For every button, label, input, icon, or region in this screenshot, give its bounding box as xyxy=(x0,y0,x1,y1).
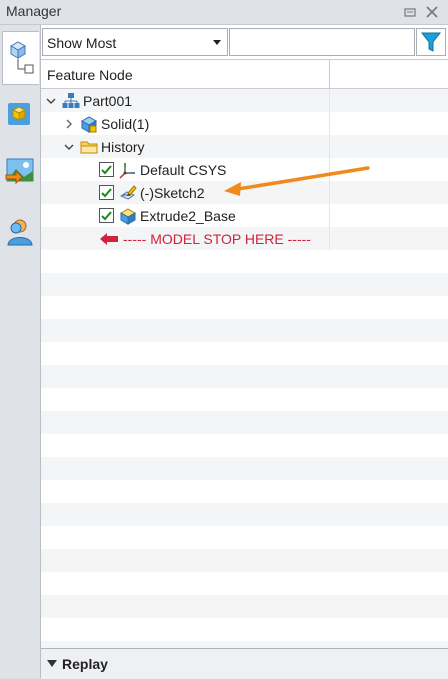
model-stop-marker: ----- MODEL STOP HERE ----- xyxy=(123,230,311,247)
tree-node-label: Default CSYS xyxy=(140,161,227,178)
replay-label: Replay xyxy=(62,656,108,672)
empty-row xyxy=(41,457,448,480)
panel-title: Manager xyxy=(6,3,62,19)
feature-checkbox[interactable] xyxy=(99,162,114,177)
extrude-icon xyxy=(119,207,137,225)
display-mode-value: Show Most xyxy=(47,35,117,51)
tree-row-extrude[interactable]: Extrude2_Base xyxy=(41,204,448,227)
filter-input[interactable] xyxy=(229,28,415,56)
chevron-down-icon[interactable] xyxy=(63,141,75,153)
tree-toolbar: Show Most xyxy=(41,27,448,57)
empty-rows xyxy=(41,250,448,649)
tree-row-part[interactable]: Part001 xyxy=(41,89,448,112)
tree-header: Feature Node xyxy=(41,60,448,89)
panel-titlebar: Manager xyxy=(0,0,448,25)
empty-row xyxy=(41,549,448,572)
restore-icon[interactable] xyxy=(402,4,418,20)
image-arrow-icon xyxy=(5,158,34,185)
empty-row xyxy=(41,618,448,641)
empty-row xyxy=(41,411,448,434)
checkmark-icon xyxy=(101,165,112,175)
empty-row xyxy=(41,572,448,595)
tree-row-solids[interactable]: Solid(1) xyxy=(41,112,448,135)
replay-bar[interactable]: Replay xyxy=(41,648,448,679)
tree-row-history[interactable]: History xyxy=(41,135,448,158)
feature-checkbox[interactable] xyxy=(99,208,114,223)
tree-node-label: Part001 xyxy=(83,92,133,109)
checkmark-icon xyxy=(101,211,112,221)
empty-row xyxy=(41,342,448,365)
tab-history-manager[interactable] xyxy=(2,31,39,85)
feature-checkbox[interactable] xyxy=(99,185,114,200)
column-divider xyxy=(329,60,330,88)
coordinate-system-icon xyxy=(119,162,135,179)
empty-row xyxy=(41,434,448,457)
tree-rows: Part001 Solid(1) History Default CSYS (-… xyxy=(41,89,448,250)
tree-node-label: Solid(1) xyxy=(101,115,150,132)
close-icon[interactable] xyxy=(424,4,440,20)
tab-assembly[interactable] xyxy=(2,91,38,143)
tree-row-default-csys[interactable]: Default CSYS xyxy=(41,158,448,181)
triangle-down-icon xyxy=(47,660,57,667)
chevron-down-icon xyxy=(213,40,221,45)
empty-row xyxy=(41,526,448,549)
empty-row xyxy=(41,319,448,342)
display-mode-dropdown[interactable]: Show Most xyxy=(42,28,228,56)
user-icon xyxy=(7,219,33,246)
solid-body-icon xyxy=(80,115,98,133)
empty-row xyxy=(41,296,448,319)
tree-row-model-stop[interactable]: ----- MODEL STOP HERE ----- xyxy=(41,227,448,250)
manager-tab-bar xyxy=(0,25,41,678)
tree-node-label: (-)Sketch2 xyxy=(140,184,205,201)
checkmark-icon xyxy=(101,188,112,198)
empty-row xyxy=(41,250,448,273)
empty-row xyxy=(41,365,448,388)
empty-row xyxy=(41,480,448,503)
sketch-icon xyxy=(119,184,137,200)
tab-user[interactable] xyxy=(2,211,38,263)
chevron-down-icon[interactable] xyxy=(45,95,57,107)
empty-row xyxy=(41,503,448,526)
chevron-right-icon[interactable] xyxy=(63,118,75,130)
folder-icon xyxy=(80,141,98,153)
arrow-left-icon[interactable] xyxy=(99,232,119,246)
empty-row xyxy=(41,273,448,296)
tree-node-label: History xyxy=(101,138,145,155)
funnel-icon xyxy=(420,32,442,52)
assembly-tree-icon xyxy=(62,92,80,108)
empty-row xyxy=(41,595,448,618)
column-header-feature-node: Feature Node xyxy=(47,67,133,83)
feature-manager-panel: Show Most Feature Node Part001 Solid(1) … xyxy=(41,25,448,679)
feature-tree-icon xyxy=(9,41,34,74)
empty-row xyxy=(41,388,448,411)
box-icon xyxy=(8,103,30,125)
tab-view-manager[interactable] xyxy=(2,151,38,203)
feature-tree: Feature Node Part001 Solid(1) History De… xyxy=(41,59,448,649)
tree-node-label: Extrude2_Base xyxy=(140,207,236,224)
filter-button[interactable] xyxy=(416,28,446,56)
tree-row-sketch[interactable]: (-)Sketch2 xyxy=(41,181,448,204)
